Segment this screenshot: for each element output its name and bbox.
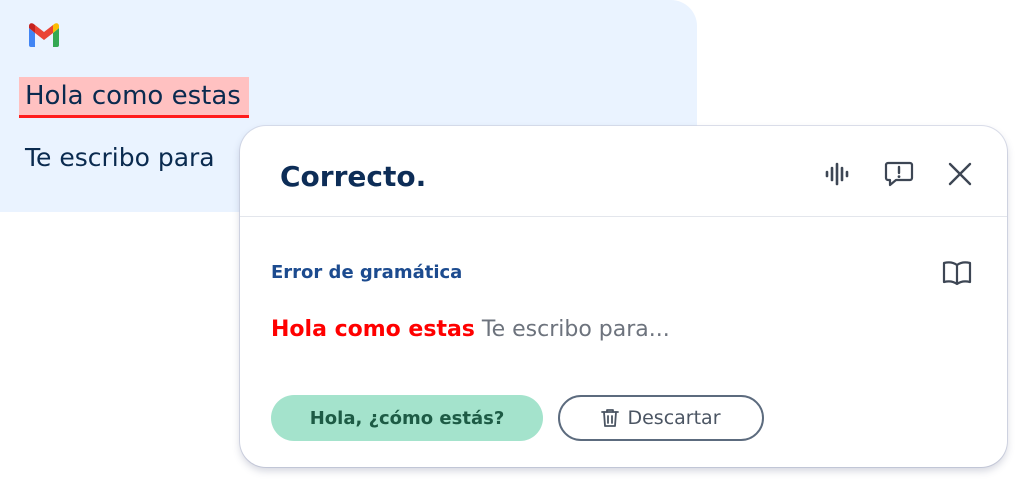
accept-suggestion-button[interactable]: Hola, ¿cómo estás? [271, 395, 543, 441]
dismiss-label: Descartar [627, 407, 721, 429]
email-body-text[interactable]: Te escribo para [25, 140, 215, 176]
grammar-suggestion-card: Correcto. Error de gramática Hola como e… [240, 126, 1007, 467]
feedback-icon[interactable] [883, 158, 915, 190]
grammar-error-label: Error de gramática [271, 262, 463, 283]
trash-icon [601, 409, 620, 427]
audio-waveform-icon[interactable] [822, 158, 854, 190]
suggestion-context: Hola como estas Te escribo para... [271, 314, 670, 346]
dismiss-button[interactable]: Descartar [558, 395, 764, 441]
gmail-logo-icon [29, 23, 59, 47]
book-icon[interactable] [940, 258, 974, 288]
continuation-text: Te escribo para... [481, 317, 670, 342]
card-header: Correcto. [240, 126, 1007, 217]
card-title: Correcto. [280, 160, 427, 193]
email-subject-line[interactable]: Hola como estas [19, 77, 249, 118]
close-icon[interactable] [944, 158, 976, 190]
error-text: Hola como estas [271, 317, 475, 342]
